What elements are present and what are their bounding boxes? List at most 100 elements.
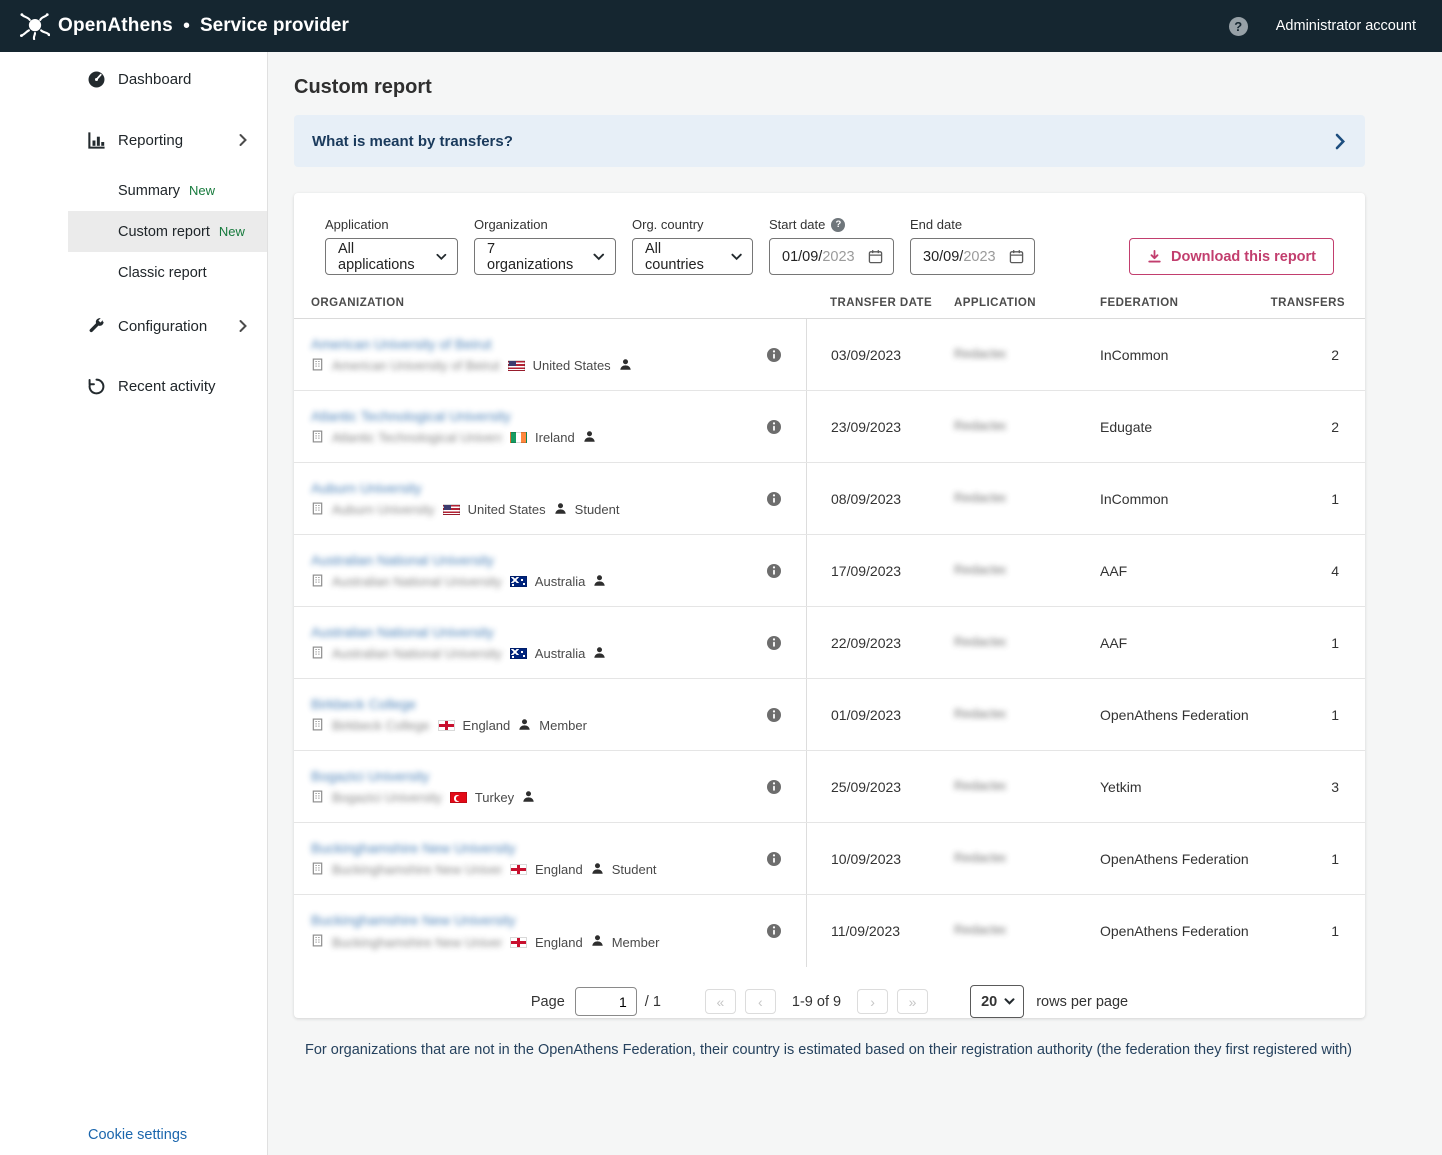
top-bar: OpenAthens • Service provider ? Administ… [0, 0, 1442, 52]
sidebar-item-recent-activity[interactable]: Recent activity [0, 358, 267, 414]
federation-name: OpenAthens Federation [1100, 851, 1260, 867]
organization-link[interactable]: Buckinghamshire New University [311, 912, 516, 928]
application-name: Redacted [954, 850, 1006, 865]
role-label: Student [612, 862, 657, 877]
info-icon[interactable] [766, 707, 782, 723]
transfers-count: 4 [1260, 563, 1345, 579]
organization-link[interactable]: Buckinghamshire New University [311, 840, 516, 856]
country-name: Turkey [475, 790, 514, 805]
organization-link[interactable]: Auburn University [311, 480, 422, 496]
history-icon [86, 376, 106, 396]
federation-name: Edugate [1100, 419, 1260, 435]
banner-text: What is meant by transfers? [312, 133, 513, 150]
sidebar-item-configuration[interactable]: Configuration [0, 298, 267, 354]
table-row: Buckinghamshire New University Buckingha… [294, 823, 1365, 895]
role-label: Student [575, 502, 620, 517]
org-country-select[interactable]: All countries [632, 238, 753, 275]
organization-link[interactable]: Bogazici University [311, 768, 429, 784]
calendar-icon[interactable] [868, 249, 883, 264]
info-icon[interactable] [766, 779, 782, 795]
transfer-date: 23/09/2023 [806, 391, 954, 462]
federation-name: OpenAthens Federation [1100, 923, 1260, 939]
transfers-info-banner[interactable]: What is meant by transfers? [294, 115, 1365, 167]
federation-name: OpenAthens Federation [1100, 707, 1260, 723]
next-page-button[interactable]: › [857, 989, 888, 1014]
sidebar-item-summary[interactable]: Summary New [68, 170, 267, 211]
prev-page-button[interactable]: ‹ [745, 989, 776, 1014]
country-name: Australia [535, 574, 586, 589]
organization-link[interactable]: Atlantic Technological University [311, 408, 511, 424]
table-row: Bogazici University Bogazici University … [294, 751, 1365, 823]
help-icon[interactable]: ? [1229, 17, 1248, 36]
info-icon[interactable] [766, 851, 782, 867]
organization-filter: Organization 7 organizations [474, 217, 616, 275]
last-page-button[interactable]: » [897, 989, 928, 1014]
au-flag-icon [510, 648, 527, 659]
sidebar-item-reporting[interactable]: Reporting [0, 112, 267, 168]
table-body: American University of Beirut American U… [294, 319, 1365, 967]
new-badge: New [189, 183, 215, 198]
sidebar-item-label: Dashboard [118, 71, 191, 88]
organization-link[interactable]: American University of Beirut [311, 336, 492, 352]
info-icon[interactable] [766, 347, 782, 363]
start-date-filter: Start date ? 01/09/2023 [769, 217, 894, 275]
federation-name: AAF [1100, 635, 1260, 651]
sidebar-item-classic-report[interactable]: Classic report [68, 252, 267, 293]
info-icon[interactable] [766, 923, 782, 939]
federation-name: Yetkim [1100, 779, 1260, 795]
cookie-settings-link[interactable]: Cookie settings [88, 1127, 187, 1143]
application-name: Redacted [954, 706, 1006, 721]
product-name: Service provider [200, 15, 349, 37]
sidebar-item-label: Custom report [118, 224, 210, 240]
application-select[interactable]: All applications [325, 238, 458, 275]
building-icon [311, 862, 324, 878]
country-name: Ireland [535, 430, 575, 445]
sidebar-item-dashboard[interactable]: Dashboard [0, 56, 267, 102]
application-name: Redacted [954, 634, 1006, 649]
calendar-icon[interactable] [1009, 249, 1024, 264]
main-content: Custom report What is meant by transfers… [268, 52, 1442, 1155]
help-icon[interactable]: ? [831, 218, 845, 232]
transfers-count: 1 [1260, 851, 1345, 867]
page-title: Custom report [294, 76, 1365, 99]
page-range: 1-9 of 9 [792, 994, 841, 1010]
table-row: Australian National University Australia… [294, 535, 1365, 607]
info-icon[interactable] [766, 563, 782, 579]
page-number-input[interactable] [575, 987, 637, 1016]
reporting-sub-menu: Summary New Custom report New Classic re… [0, 170, 267, 293]
organization-select[interactable]: 7 organizations [474, 238, 616, 275]
person-icon [593, 574, 606, 590]
role-label: Member [612, 935, 660, 950]
en-flag-icon [438, 720, 455, 731]
account-menu[interactable]: Administrator account [1276, 18, 1416, 34]
sidebar-item-custom-report[interactable]: Custom report New [68, 211, 267, 252]
transfer-date: 11/09/2023 [806, 895, 954, 967]
chevron-down-icon [436, 253, 447, 261]
application-name: Redacted [954, 778, 1006, 793]
dashboard-icon [86, 69, 106, 89]
application-name: Redacted [954, 346, 1006, 361]
organization-link[interactable]: Australian National University [311, 624, 494, 640]
organization-link[interactable]: Birkbeck College [311, 696, 416, 712]
organization-link[interactable]: Australian National University [311, 552, 494, 568]
tr-flag-icon [450, 792, 467, 803]
info-icon[interactable] [766, 635, 782, 651]
table-row: Auburn University Auburn University Unit… [294, 463, 1365, 535]
download-report-button[interactable]: Download this report [1129, 238, 1334, 275]
info-icon[interactable] [766, 419, 782, 435]
first-page-button[interactable]: « [705, 989, 736, 1014]
start-date-input[interactable]: 01/09/2023 [769, 238, 894, 275]
organization-filter-label: Organization [474, 217, 548, 232]
person-icon [518, 718, 531, 734]
rows-per-page-select[interactable]: 20 [970, 985, 1024, 1018]
page-total: / 1 [645, 994, 661, 1010]
transfer-date: 25/09/2023 [806, 751, 954, 822]
transfer-date: 22/09/2023 [806, 607, 954, 678]
transfers-count: 2 [1260, 347, 1345, 363]
end-date-input[interactable]: 30/09/2023 [910, 238, 1035, 275]
federation-name: InCommon [1100, 491, 1260, 507]
building-icon [311, 718, 324, 734]
chevron-down-icon [1004, 998, 1015, 1005]
chevron-right-icon [239, 134, 247, 147]
info-icon[interactable] [766, 491, 782, 507]
